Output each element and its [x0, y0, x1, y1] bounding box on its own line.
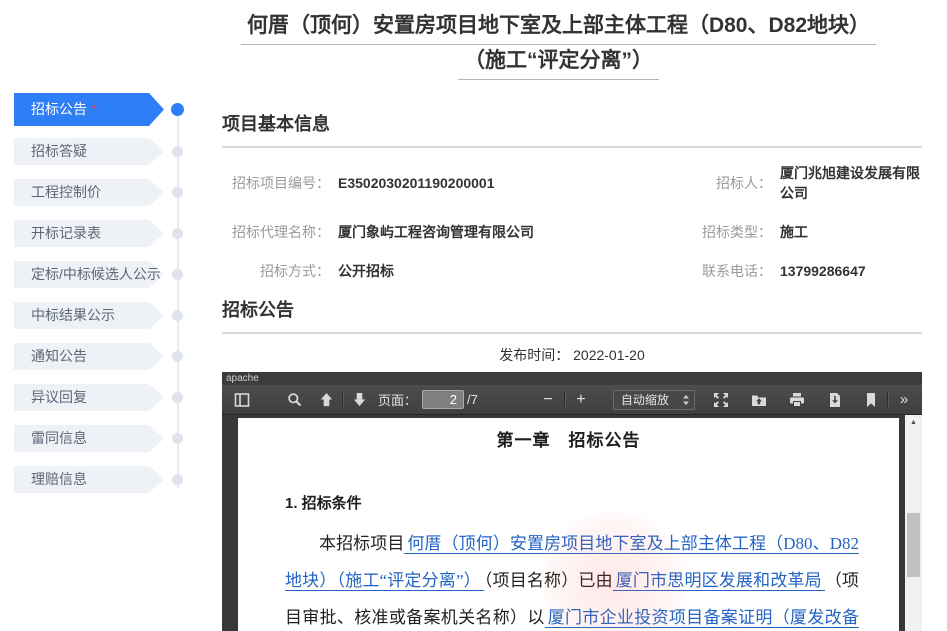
pdf-toolbar: 页面： /7 − + 自动缩放: [222, 385, 922, 415]
tenderer-name: 厦门兆旭建设发展有限公司: [772, 163, 922, 203]
download-icon[interactable]: [823, 388, 847, 412]
zoom-level-value: 自动缩放: [621, 391, 682, 408]
timeline-dot: [172, 228, 183, 239]
timeline-dot: [172, 474, 183, 485]
info-label: 招标项目编号：: [222, 173, 330, 193]
publish-time-label: 发布时间：: [499, 347, 569, 363]
required-star: *: [92, 102, 97, 117]
more-tools-glyph: »: [900, 391, 908, 408]
sidebar-item-duplicate-info[interactable]: 雷同信息: [14, 425, 164, 452]
more-tools-icon[interactable]: »: [892, 388, 916, 412]
page-label: 页面：: [378, 390, 417, 409]
sidebar-item-label: 开标记录表: [31, 225, 101, 241]
sidebar-item-tender-qa[interactable]: 招标答疑: [14, 138, 164, 165]
open-file-icon[interactable]: [747, 388, 771, 412]
page-title: 何厝（顶何）安置房项目地下室及上部主体工程（D80、D82地块） （施工“评定分…: [185, 10, 932, 80]
sidebar-item-label: 定标/中标候选人公示: [31, 266, 161, 282]
zoom-level-select[interactable]: 自动缩放: [613, 390, 695, 410]
contact-phone: 13799286647: [772, 263, 922, 279]
paragraph-text: 本招标项目: [319, 534, 404, 553]
timeline-dot: [171, 103, 184, 116]
timeline-dot: [172, 269, 183, 280]
page-up-icon[interactable]: [314, 388, 338, 412]
info-label: 招标人：: [670, 173, 772, 193]
info-label: 联系电话：: [670, 261, 772, 281]
toolbar-separator: [342, 392, 343, 407]
sidebar-item-label: 招标公告: [31, 101, 87, 117]
page-title-line2: （施工“评定分离”）: [458, 45, 659, 80]
info-label: 招标类型：: [670, 222, 772, 242]
page-title-line1: 何厝（顶何）安置房项目地下室及上部主体工程（D80、D82地块）: [241, 10, 876, 45]
timeline-dot: [172, 433, 183, 444]
sidebar-item-label: 通知公告: [31, 348, 87, 364]
project-info-grid: 招标项目编号： E3502030201190200001 招标人： 厦门兆旭建设…: [222, 163, 922, 281]
pdf-server-label: apache: [222, 372, 922, 385]
sidebar-item-label: 雷同信息: [31, 430, 87, 446]
presentation-mode-icon[interactable]: [709, 388, 733, 412]
sidebar-item-label: 招标答疑: [31, 143, 87, 159]
section-title-project-info: 项目基本信息: [222, 113, 922, 148]
toolbar-separator: [564, 392, 565, 407]
zoom-in-glyph: +: [576, 391, 585, 409]
tender-type: 施工: [772, 222, 922, 242]
sidebar-item-winning-result-publicity[interactable]: 中标结果公示: [14, 302, 164, 329]
page-down-icon[interactable]: [347, 388, 371, 412]
zoom-in-icon[interactable]: +: [569, 388, 593, 412]
search-icon[interactable]: [282, 388, 306, 412]
pdf-viewer: apache 页面： /7 − +: [222, 372, 922, 631]
publish-time-value: 2022-01-20: [573, 347, 645, 363]
sidebar-nav: 招标公告 * 招标答疑 工程控制价 开标记录表 定标/中标候选人公示 中标结果公示…: [14, 93, 166, 507]
sidebar-item-tender-announcement[interactable]: 招标公告 *: [14, 93, 164, 126]
page-count: /7: [467, 392, 478, 407]
zoom-out-icon[interactable]: −: [536, 388, 560, 412]
pdf-chapter-title: 第一章 招标公告: [238, 426, 899, 451]
scroll-up-arrow-icon[interactable]: ▲: [905, 415, 922, 430]
sidebar-toggle-icon[interactable]: [230, 388, 254, 412]
pdf-page: 第一章 招标公告 1. 招标条件 本招标项目何厝（顶何）安置房项目地下室及上部主…: [238, 418, 899, 631]
sidebar-item-notice-announcement[interactable]: 通知公告: [14, 343, 164, 370]
chevron-updown-icon: [682, 394, 690, 406]
page-number-input[interactable]: [422, 390, 464, 409]
timeline-dot: [172, 187, 183, 198]
pdf-document-area: 第一章 招标公告 1. 招标条件 本招标项目何厝（顶何）安置房项目地下室及上部主…: [222, 415, 922, 631]
sidebar-item-winner-candidate-publicity[interactable]: 定标/中标候选人公示: [14, 261, 164, 288]
section-title-announcement: 招标公告: [222, 299, 922, 334]
timeline-dot: [172, 310, 183, 321]
info-label: 招标代理名称：: [222, 222, 330, 242]
sidebar-item-label: 理赔信息: [31, 471, 87, 487]
sidebar-item-label: 中标结果公示: [31, 307, 115, 323]
main-content: 项目基本信息 招标项目编号： E3502030201190200001 招标人：…: [222, 113, 922, 631]
timeline-dot: [172, 146, 183, 157]
sidebar-item-label: 异议回复: [31, 389, 87, 405]
sidebar-item-objection-reply[interactable]: 异议回复: [14, 384, 164, 411]
agency-name: 厦门象屿工程咨询管理有限公司: [330, 222, 670, 242]
print-icon[interactable]: [785, 388, 809, 412]
sidebar-item-claim-info[interactable]: 理赔信息: [14, 466, 164, 493]
timeline-line: [177, 109, 179, 489]
toolbar-separator: [887, 392, 888, 407]
publish-time: 发布时间： 2022-01-20: [222, 345, 922, 365]
timeline-dot: [172, 351, 183, 362]
tender-project-number: E3502030201190200001: [330, 175, 670, 191]
info-label: 招标方式：: [222, 261, 330, 281]
sidebar-item-project-control-price[interactable]: 工程控制价: [14, 179, 164, 206]
tender-method: 公开招标: [330, 261, 670, 281]
sidebar-item-label: 工程控制价: [31, 184, 101, 200]
timeline-dot: [172, 392, 183, 403]
scrollbar-thumb[interactable]: [907, 513, 920, 577]
pdf-scrollbar[interactable]: ▲: [905, 415, 922, 631]
zoom-out-glyph: −: [543, 391, 552, 409]
sidebar-item-bid-opening-record[interactable]: 开标记录表: [14, 220, 164, 247]
bookmark-icon[interactable]: [859, 388, 883, 412]
